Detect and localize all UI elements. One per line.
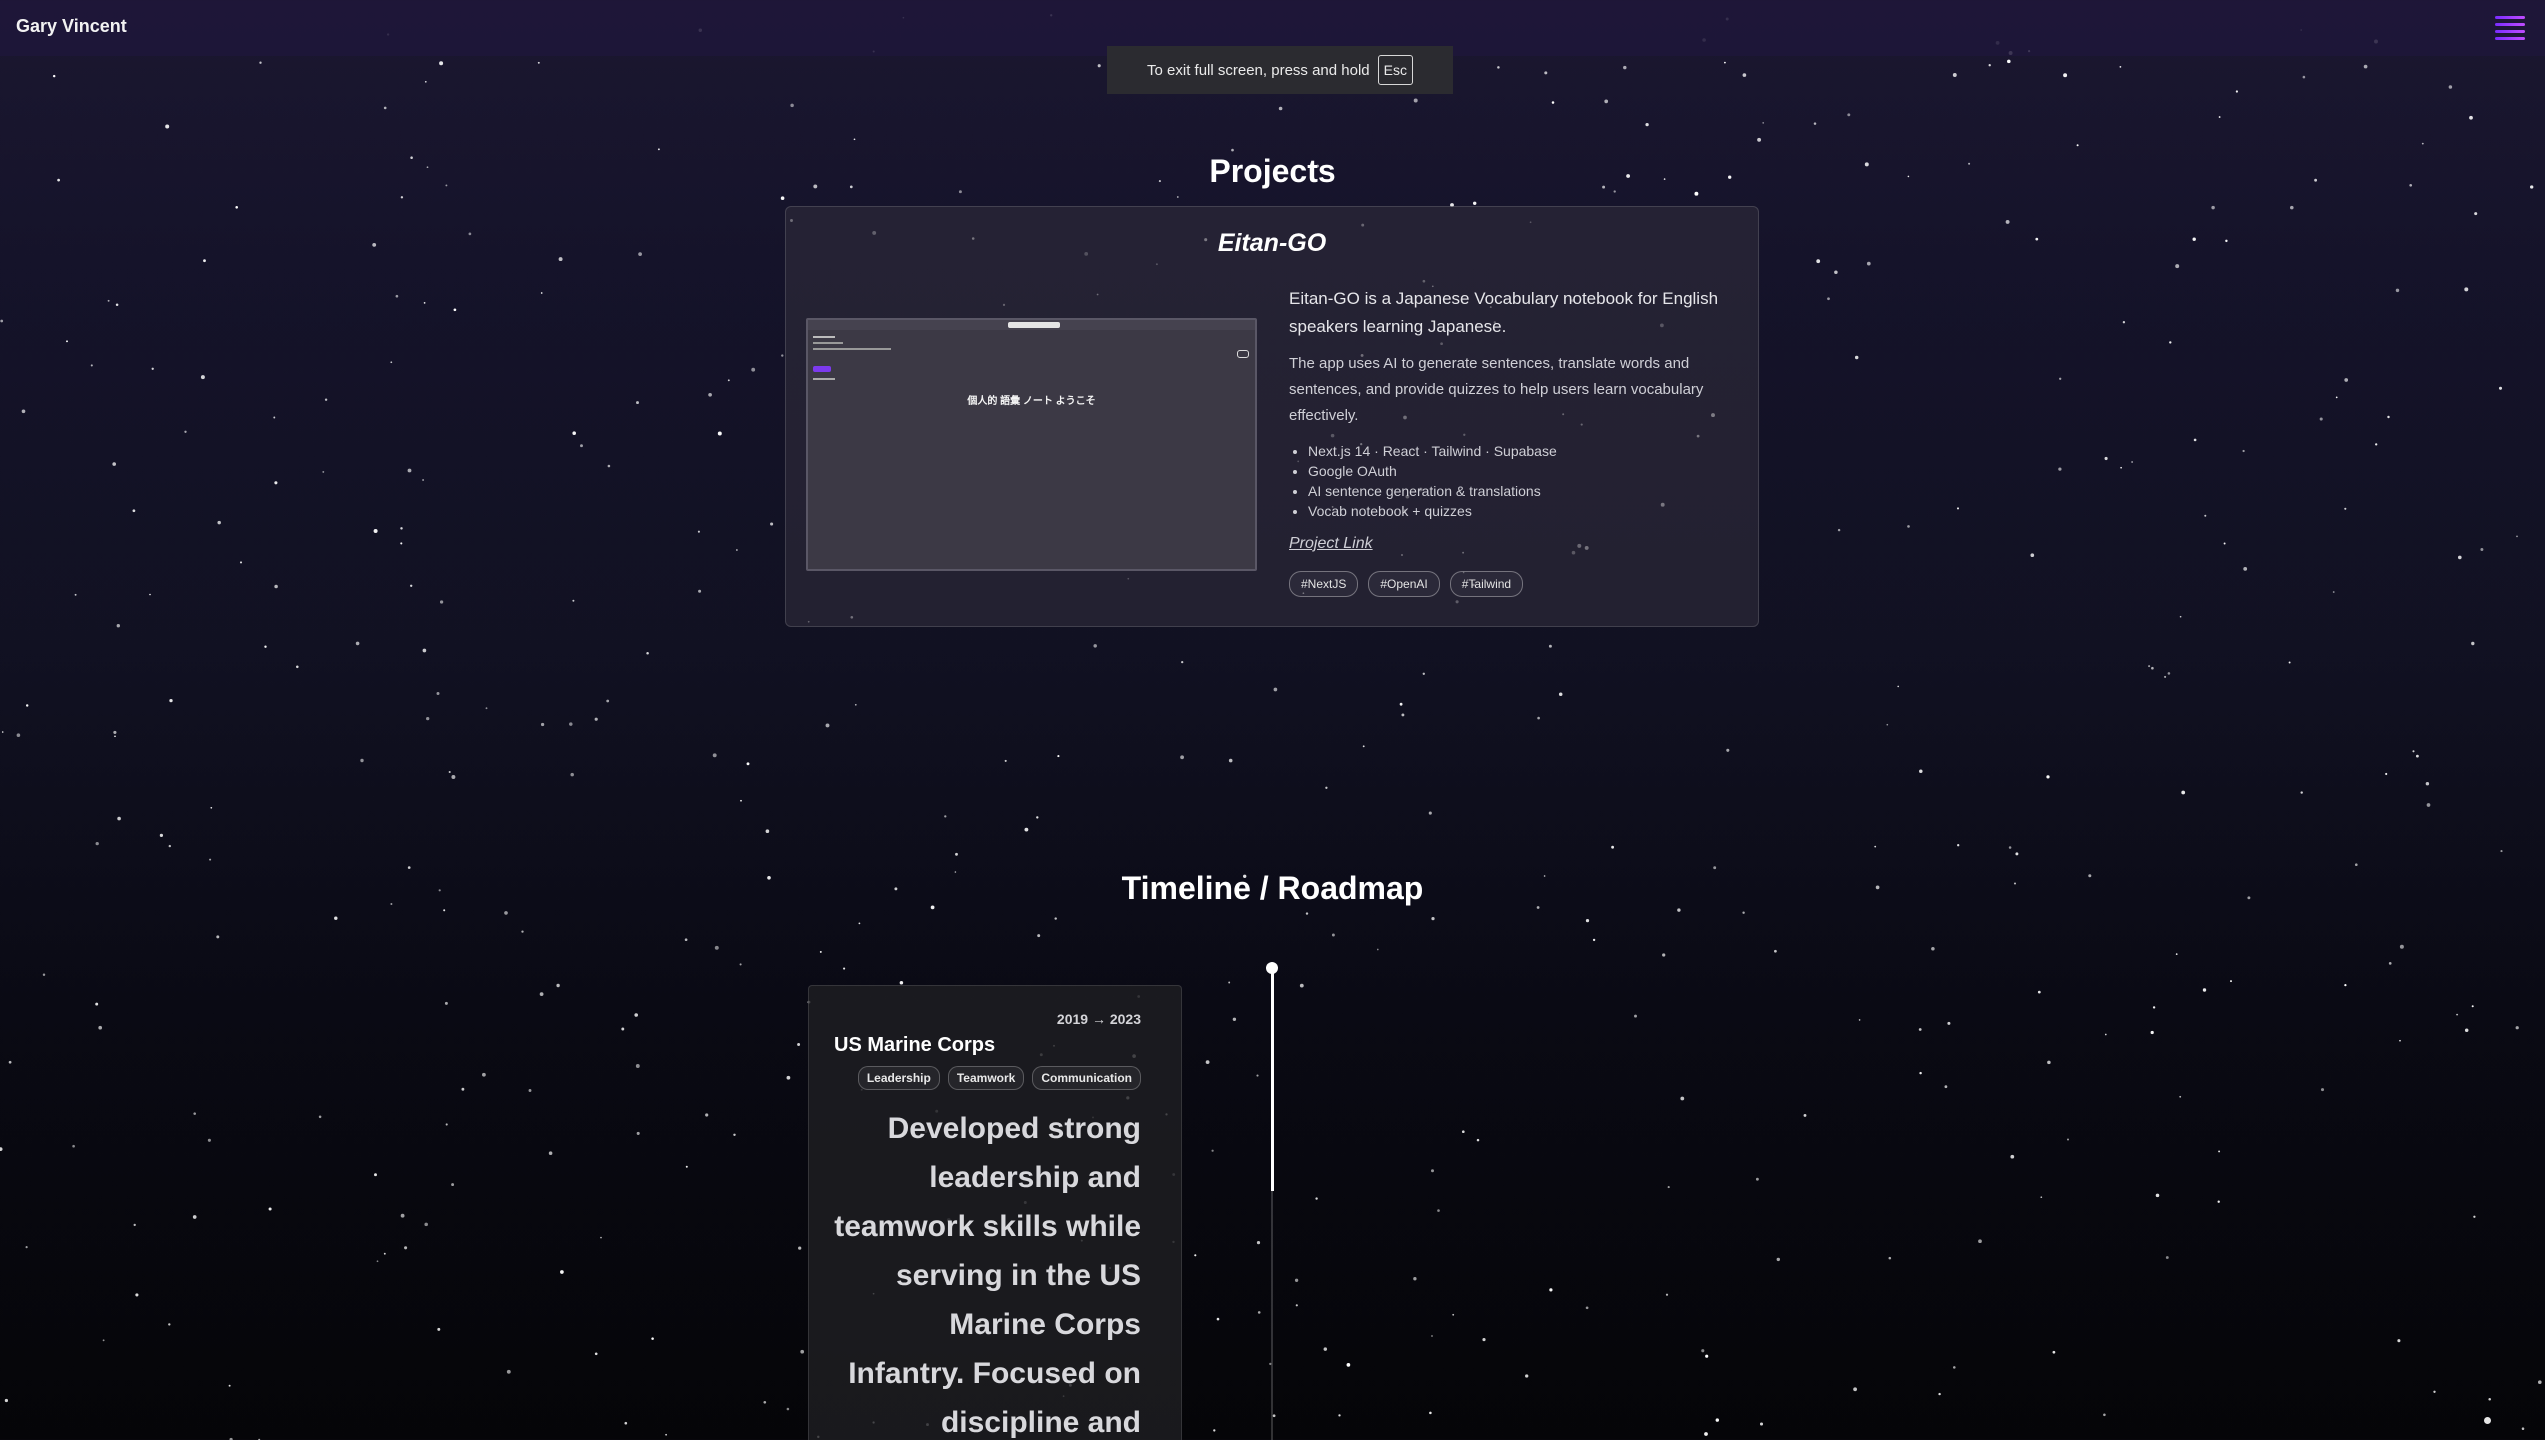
tag-tailwind[interactable]: #Tailwind xyxy=(1449,571,1524,597)
project-screenshot: 個人的 語彙 ノート ようこそ xyxy=(806,318,1257,571)
project-card: Eitan-GO 個人的 語彙 ノート ようこそ Eitan-GO is a J… xyxy=(785,206,1759,627)
project-tags: #NextJS #OpenAI #Tailwind xyxy=(1289,571,1739,597)
screenshot-heading: 個人的 語彙 ノート ようこそ xyxy=(967,396,1096,407)
timeline-entry-tags: Leadership Teamwork Communication xyxy=(857,1066,1141,1090)
projects-section-title: Projects xyxy=(1209,153,1336,189)
feature-item: Vocab notebook + quizzes xyxy=(1308,501,1739,521)
timeline-entry-title: US Marine Corps xyxy=(834,1034,996,1056)
fullscreen-exit-notice: To exit full screen, press and hold Esc xyxy=(1107,46,1453,94)
project-info: Eitan-GO is a Japanese Vocabulary notebo… xyxy=(1289,285,1739,597)
project-name: Eitan-GO xyxy=(1217,229,1327,257)
brand-name[interactable]: Gary Vincent xyxy=(16,16,127,37)
skill-tag-leadership: Leadership xyxy=(857,1066,940,1090)
project-description-primary: Eitan-GO is a Japanese Vocabulary notebo… xyxy=(1289,289,1719,336)
feature-item: Google OAuth xyxy=(1308,461,1739,481)
timeline-marker xyxy=(1266,962,1278,974)
esc-key-badge: Esc xyxy=(1377,55,1413,85)
project-link[interactable]: Project Link xyxy=(1289,535,1373,553)
scroll-indicator-dot xyxy=(2484,1417,2491,1424)
tag-nextjs[interactable]: #NextJS xyxy=(1289,571,1359,597)
feature-item: Next.js 14 · React · Tailwind · Supabase xyxy=(1308,441,1739,461)
feature-item: AI sentence generation & translations xyxy=(1308,481,1739,501)
skill-tag-teamwork: Teamwork xyxy=(947,1066,1025,1090)
timeline-entry-card: 2019 → 2023 US Marine Corps Leadership T… xyxy=(808,985,1182,1440)
tag-openai[interactable]: #OpenAI xyxy=(1368,571,1440,597)
timeline-section-title: Timeline / Roadmap xyxy=(1121,870,1424,906)
skill-tag-communication: Communication xyxy=(1032,1066,1141,1090)
hamburger-menu-icon[interactable] xyxy=(2495,16,2525,42)
project-description-secondary: The app uses AI to generate sentences, t… xyxy=(1289,355,1704,424)
timeline-entry-description: Developed strong leadership and teamwork… xyxy=(834,1112,1141,1439)
timeline-entry-dates: 2019 → 2023 xyxy=(1056,1011,1141,1027)
project-feature-list: Next.js 14 · React · Tailwind · Supabase… xyxy=(1289,441,1739,521)
fullscreen-notice-text: To exit full screen, press and hold xyxy=(1147,61,1370,79)
timeline-progress xyxy=(1271,966,1274,1191)
